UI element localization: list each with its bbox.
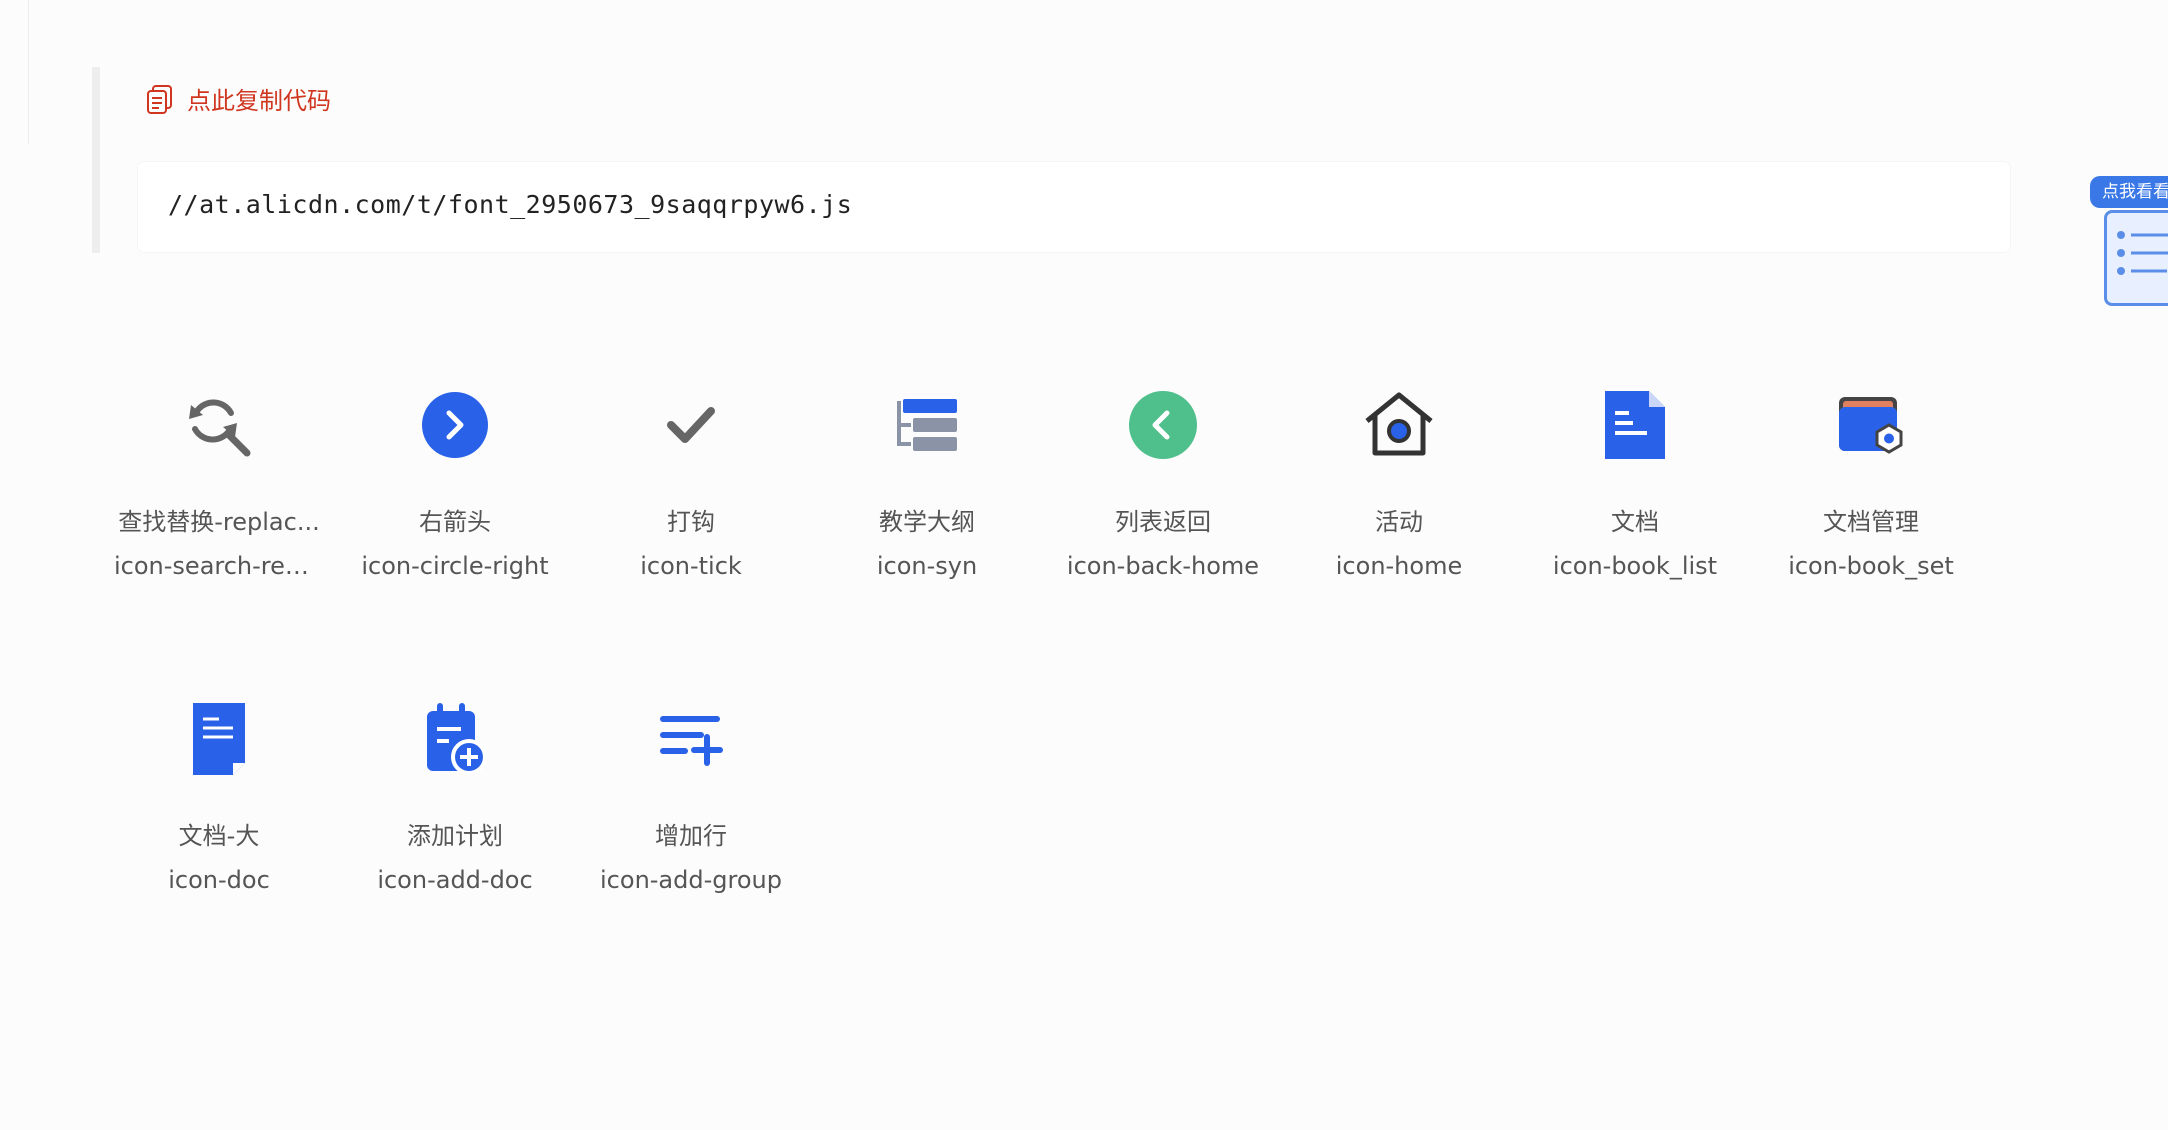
copy-icon xyxy=(145,83,177,115)
icon-card-doc[interactable]: 文档-大 icon-doc xyxy=(114,674,324,896)
syllabus-icon xyxy=(897,399,957,451)
icon-card-add-group[interactable]: 增加行 icon-add-group xyxy=(586,674,796,896)
tick-icon xyxy=(667,407,715,443)
copy-code-link[interactable]: 点此复制代码 xyxy=(145,81,331,116)
icon-label: 打钩 xyxy=(667,508,715,536)
icon-label: 文档-大 xyxy=(178,822,260,850)
icon-classname: icon-doc xyxy=(168,866,270,894)
icon-classname: icon-book_set xyxy=(1788,552,1954,580)
document-large-icon xyxy=(193,703,245,775)
icon-classname: icon-home xyxy=(1335,552,1463,580)
icon-classname: icon-tick xyxy=(640,552,742,580)
add-plan-icon xyxy=(427,703,487,775)
icon-card-tick[interactable]: 打钩 icon-tick xyxy=(586,360,796,582)
left-divider xyxy=(28,0,29,144)
circle-right-icon xyxy=(422,392,488,458)
icon-card-back-home[interactable]: 列表返回 icon-back-home xyxy=(1058,360,1268,582)
code-box[interactable]: //at.alicdn.com/t/font_2950673_9saqqrpyw… xyxy=(138,162,2010,252)
icon-card-home[interactable]: 活动 icon-home xyxy=(1294,360,1504,582)
icon-card-circle-right[interactable]: 右箭头 icon-circle-right xyxy=(350,360,560,582)
floating-help-widget[interactable]: 点我看看 xyxy=(2090,172,2168,312)
icon-card-book-list[interactable]: 文档 icon-book_list xyxy=(1530,360,1740,582)
icon-label: 文档管理 xyxy=(1823,508,1919,536)
icon-label: 活动 xyxy=(1375,508,1423,536)
copy-code-label: 点此复制代码 xyxy=(187,87,331,115)
icon-classname: icon-add-group xyxy=(600,866,782,894)
add-row-icon xyxy=(660,716,723,766)
icon-card-book-set[interactable]: 文档管理 icon-book_set xyxy=(1766,360,1976,582)
icon-label: 增加行 xyxy=(655,822,727,850)
icon-label: 列表返回 xyxy=(1115,508,1211,536)
folder-settings-icon xyxy=(1839,397,1903,454)
circle-left-icon xyxy=(1129,391,1197,459)
icon-classname: icon-search-repl... xyxy=(114,552,324,580)
code-block: 点此复制代码 //at.alicdn.com/t/font_2950673_9s… xyxy=(92,67,2012,253)
document-icon xyxy=(1605,391,1665,459)
icon-label: 教学大纲 xyxy=(879,508,975,536)
icon-label: 文档 xyxy=(1611,508,1659,536)
icon-classname: icon-book_list xyxy=(1552,552,1718,580)
checklist-icon xyxy=(2104,210,2168,306)
icon-classname: icon-syn xyxy=(876,552,978,580)
code-url: //at.alicdn.com/t/font_2950673_9saqqrpyw… xyxy=(168,190,853,219)
icon-classname: icon-back-home xyxy=(1066,552,1260,580)
icon-label: 添加计划 xyxy=(407,822,503,850)
home-icon xyxy=(1365,392,1433,456)
icon-label: 右箭头 xyxy=(419,508,491,536)
page: 点此复制代码 //at.alicdn.com/t/font_2950673_9s… xyxy=(0,0,2168,1130)
icon-classname: icon-circle-right xyxy=(361,552,549,580)
icon-classname: icon-add-doc xyxy=(377,866,533,894)
icon-card-add-doc[interactable]: 添加计划 icon-add-doc xyxy=(350,674,560,896)
floating-help-label: 点我看看 xyxy=(2090,176,2168,208)
icon-label: 查找替换-replac... xyxy=(118,508,320,536)
icon-card-syn[interactable]: 教学大纲 icon-syn xyxy=(822,360,1032,582)
search-replace-icon xyxy=(189,399,251,457)
icon-card-search-replace[interactable]: 查找替换-replac... icon-search-repl... xyxy=(114,360,324,582)
